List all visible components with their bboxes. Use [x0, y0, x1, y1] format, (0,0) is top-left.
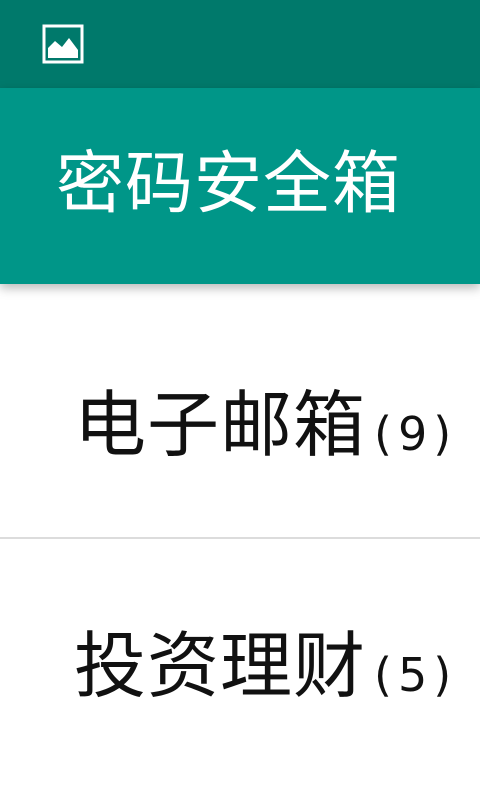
category-label: 投资理财 [74, 624, 367, 708]
category-count: (5) [374, 648, 458, 702]
category-count: (9) [374, 407, 458, 461]
image-icon [42, 24, 84, 64]
list-item-email[interactable]: 电子邮箱 (9) [0, 284, 480, 537]
app-title: 密码安全箱 [56, 145, 402, 224]
list-item-text: 电子邮箱 (9) [74, 380, 457, 479]
list-item-finance[interactable]: 投资理财 (5) [0, 537, 480, 792]
category-list: 电子邮箱 (9) 投资理财 (5) [0, 284, 480, 792]
list-item-text: 投资理财 (5) [74, 621, 457, 720]
category-label: 电子邮箱 [74, 383, 367, 467]
status-bar [0, 0, 480, 88]
app-bar: 密码安全箱 [0, 88, 480, 284]
